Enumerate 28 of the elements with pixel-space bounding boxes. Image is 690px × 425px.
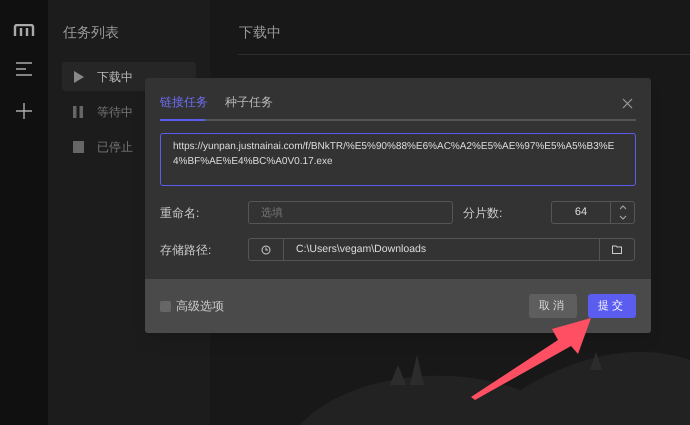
submit-button[interactable]: 提交 xyxy=(588,294,636,318)
close-icon[interactable] xyxy=(622,98,633,108)
rename-input-field[interactable]: 选填 xyxy=(248,201,453,224)
dialog-tab[interactable]: 种子任务 xyxy=(225,93,273,119)
clock-icon[interactable] xyxy=(261,244,271,254)
segments-label: 分片数: xyxy=(463,204,504,222)
panel-title: 任务列表 xyxy=(62,23,120,42)
segments-spinner[interactable]: 64 xyxy=(551,201,635,224)
menu-icon[interactable] xyxy=(15,62,33,76)
pause-icon xyxy=(72,104,85,118)
save-path-label: 存储路径: xyxy=(160,242,212,258)
cancel-button[interactable]: 取消 xyxy=(529,294,577,318)
advanced-checkbox[interactable] xyxy=(160,300,171,312)
logo-icon xyxy=(13,24,35,36)
url-input-field[interactable]: https://yunpan.justnainai.com/f/BNkTR/%E5%90%88%E6%AC%A2%E5%AE%97%E5%A5%B3%E4%BF%AE%E4%BC%A0V0.17.exe xyxy=(160,133,636,186)
save-path-field[interactable]: C:\Users\vegam\Downloads xyxy=(248,238,635,261)
segments-value: 64 xyxy=(574,205,588,220)
advanced-options-label: 高级选项 xyxy=(176,298,224,315)
rename-label: 重命名: xyxy=(160,204,200,222)
add-icon[interactable] xyxy=(15,102,33,120)
page-title: 下载中 xyxy=(238,22,690,55)
stop-icon xyxy=(72,140,85,154)
save-path-value: C:\Users\vegam\Downloads xyxy=(295,242,428,257)
play-icon xyxy=(72,70,85,84)
folder-icon[interactable] xyxy=(612,245,622,254)
tab-indicator xyxy=(160,119,205,121)
chevron-down-icon[interactable] xyxy=(618,215,626,220)
chevron-up-icon[interactable] xyxy=(618,205,626,210)
